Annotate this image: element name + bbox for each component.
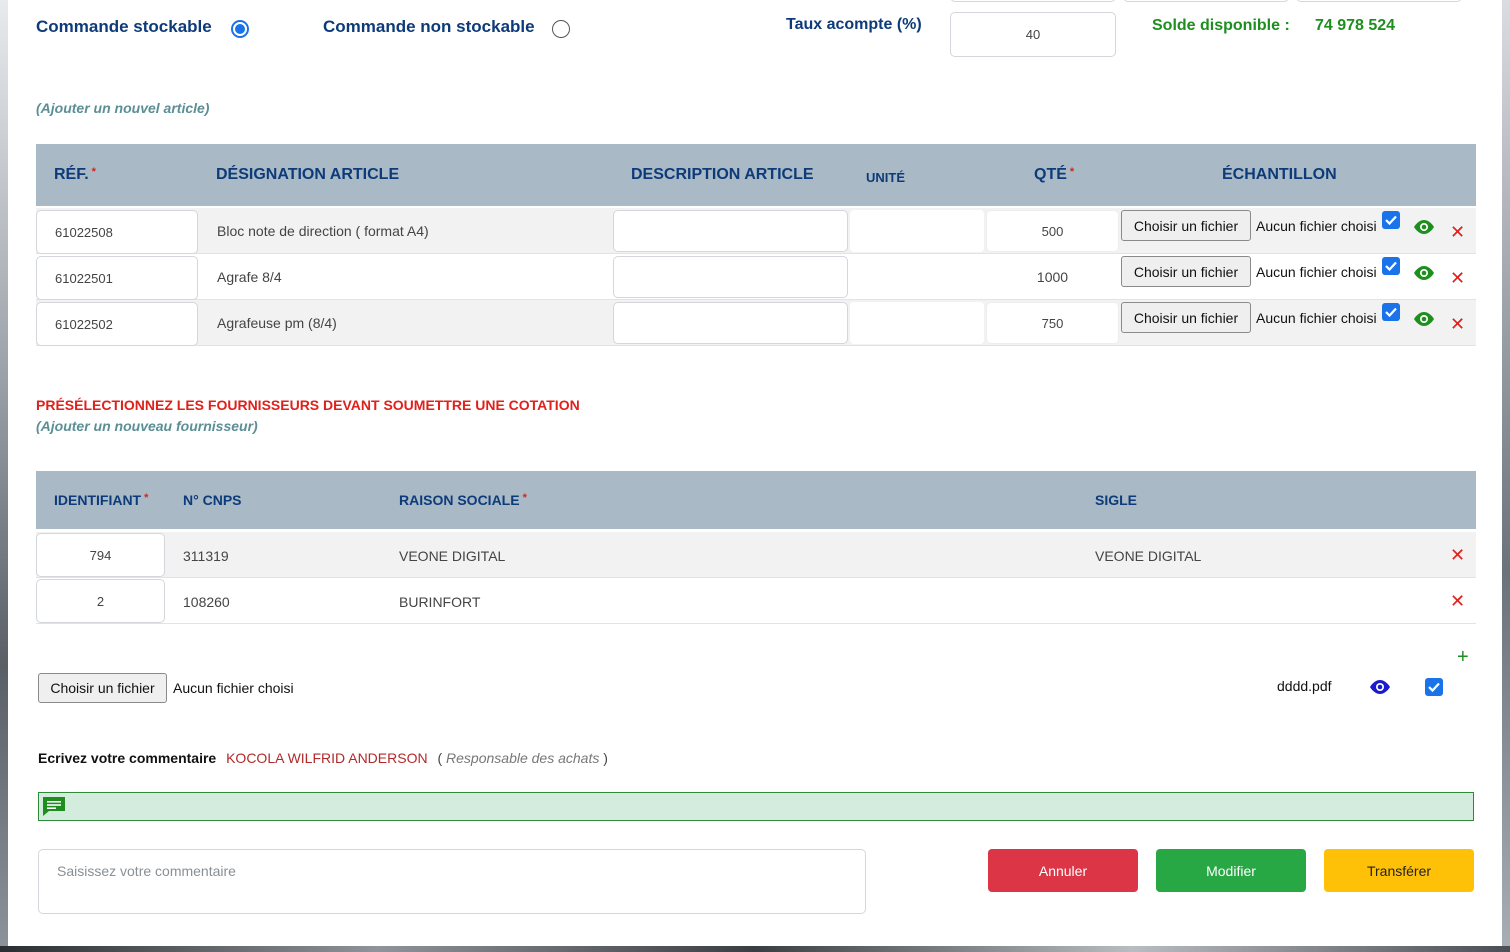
article-file-button[interactable]: Choisir un fichier — [1121, 210, 1251, 241]
comment-role: Responsable des achats — [446, 750, 600, 766]
article-sample-checkbox[interactable] — [1382, 303, 1400, 321]
top-partial-field-1[interactable] — [950, 0, 1116, 2]
article-designation: Bloc note de direction ( format A4) — [217, 223, 429, 239]
article-ref-input[interactable]: 61022502 — [36, 302, 198, 346]
article-row: 61022501 Agrafe 8/4 1000 Choisir un fich… — [36, 254, 1476, 300]
article-description-input[interactable] — [613, 256, 848, 298]
remove-supplier-close-icon[interactable]: ✕ — [1450, 546, 1465, 564]
supplier-row: 794 311319 VEONE DIGITAL VEONE DIGITAL ✕ — [36, 532, 1476, 578]
articles-table-header: RÉF. * DÉSIGNATION ARTICLE DESCRIPTION AR… — [36, 144, 1476, 206]
comment-label: Ecrivez votre commentaire — [38, 750, 217, 766]
header-cnps: N° CNPS — [183, 492, 242, 508]
header-sample: ÉCHANTILLON — [1222, 166, 1337, 183]
header-unit: UNITÉ — [866, 170, 905, 185]
balance-value: 74 978 524 — [1315, 17, 1396, 34]
attachment-file-button[interactable]: Choisir un fichier — [38, 673, 167, 703]
header-company: RAISON SOCIALE * — [399, 492, 527, 508]
comment-paren-close: ) — [603, 750, 608, 766]
suppliers-title: PRÉSÉLECTIONNEZ LES FOURNISSEURS DEVANT … — [36, 397, 580, 413]
article-ref-input[interactable]: 61022501 — [36, 256, 198, 300]
supplier-company: VEONE DIGITAL — [399, 548, 506, 564]
add-article-link[interactable]: (Ajouter un nouvel article) — [36, 100, 209, 116]
supplier-row: 2 108260 BURINFORT ✕ — [36, 578, 1476, 624]
remove-article-close-icon[interactable]: ✕ — [1450, 315, 1465, 333]
header-qty: QTÉ * — [1034, 166, 1075, 183]
article-unit-field[interactable] — [850, 302, 984, 344]
supplier-cnps: 108260 — [183, 594, 230, 610]
article-qty[interactable]: 750 — [986, 302, 1119, 344]
transfer-button[interactable]: Transférer — [1324, 849, 1474, 892]
header-ref: RÉF. * — [54, 166, 96, 183]
article-unit-field[interactable] — [850, 210, 984, 252]
non-stockable-radio[interactable] — [552, 20, 570, 38]
article-file-button[interactable]: Choisir un fichier — [1121, 302, 1251, 333]
background-left-edge — [0, 0, 8, 952]
view-sample-eye-icon[interactable] — [1412, 264, 1436, 287]
background-bottom-edge — [0, 946, 1510, 952]
remove-article-close-icon[interactable]: ✕ — [1450, 269, 1465, 287]
supplier-company: BURINFORT — [399, 594, 481, 610]
top-partial-field-3[interactable] — [1296, 0, 1462, 2]
deposit-label: Taux acompte (%) — [786, 16, 922, 33]
deposit-input[interactable]: 40 — [950, 12, 1116, 57]
top-partial-field-2[interactable] — [1123, 0, 1289, 2]
attachment-file-status: Aucun fichier choisi — [173, 680, 294, 696]
remove-article-close-icon[interactable]: ✕ — [1450, 223, 1465, 241]
article-designation: Agrafe 8/4 — [217, 269, 282, 285]
comment-textarea[interactable]: Saisissez votre commentaire — [38, 849, 866, 914]
attachment-checkbox[interactable] — [1425, 678, 1443, 696]
comment-history-bar — [38, 792, 1474, 821]
article-sample-checkbox[interactable] — [1382, 211, 1400, 229]
comment-header: Ecrivez votre commentaire KOCOLA WILFRID… — [38, 750, 608, 766]
article-file-status: Aucun fichier choisi — [1256, 310, 1377, 326]
order-modal: Commande stockable Commande non stockabl… — [8, 0, 1502, 946]
balance-label: Solde disponible : — [1152, 17, 1290, 34]
add-row-plus-icon[interactable]: + — [1457, 646, 1469, 669]
stockable-radio[interactable] — [231, 20, 249, 38]
modify-button[interactable]: Modifier — [1156, 849, 1306, 892]
article-file-status: Aucun fichier choisi — [1256, 264, 1377, 280]
view-sample-eye-icon[interactable] — [1412, 310, 1436, 333]
view-file-eye-icon[interactable] — [1368, 678, 1392, 701]
view-sample-eye-icon[interactable] — [1412, 218, 1436, 241]
article-designation: Agrafeuse pm (8/4) — [217, 315, 337, 331]
header-designation: DÉSIGNATION ARTICLE — [216, 166, 400, 183]
header-identifier: IDENTIFIANT * — [54, 492, 149, 508]
article-row: 61022502 Agrafeuse pm (8/4) 750 Choisir … — [36, 300, 1476, 346]
supplier-acronym: VEONE DIGITAL — [1095, 548, 1202, 564]
article-row: 61022508 Bloc note de direction ( format… — [36, 208, 1476, 254]
article-file-status: Aucun fichier choisi — [1256, 218, 1377, 234]
article-file-button[interactable]: Choisir un fichier — [1121, 256, 1251, 287]
cancel-button[interactable]: Annuler — [988, 849, 1138, 892]
article-description-input[interactable] — [613, 210, 848, 252]
article-description-input[interactable] — [613, 302, 848, 344]
supplier-id-input[interactable]: 2 — [36, 579, 165, 623]
article-unit-field[interactable] — [850, 256, 984, 298]
comment-icon — [41, 795, 67, 822]
supplier-id-input[interactable]: 794 — [36, 533, 165, 577]
article-qty[interactable]: 1000 — [986, 256, 1119, 298]
non-stockable-label: Commande non stockable — [323, 17, 535, 36]
comment-author: KOCOLA WILFRID ANDERSON — [226, 750, 428, 766]
comment-paren-open: ( — [437, 750, 443, 766]
article-qty[interactable]: 500 — [986, 210, 1119, 252]
suppliers-table-header: IDENTIFIANT * N° CNPS RAISON SOCIALE * SIG… — [36, 471, 1476, 529]
background-right-edge — [1502, 0, 1510, 952]
header-description: DESCRIPTION ARTICLE — [631, 166, 814, 183]
stockable-label: Commande stockable — [36, 17, 212, 36]
remove-supplier-close-icon[interactable]: ✕ — [1450, 592, 1465, 610]
add-supplier-link[interactable]: (Ajouter un nouveau fournisseur) — [36, 418, 258, 434]
header-acronym: SIGLE — [1095, 492, 1138, 508]
supplier-cnps: 311319 — [183, 548, 229, 564]
article-ref-input[interactable]: 61022508 — [36, 210, 198, 254]
article-sample-checkbox[interactable] — [1382, 257, 1400, 275]
existing-file-name[interactable]: dddd.pdf — [1277, 678, 1332, 694]
